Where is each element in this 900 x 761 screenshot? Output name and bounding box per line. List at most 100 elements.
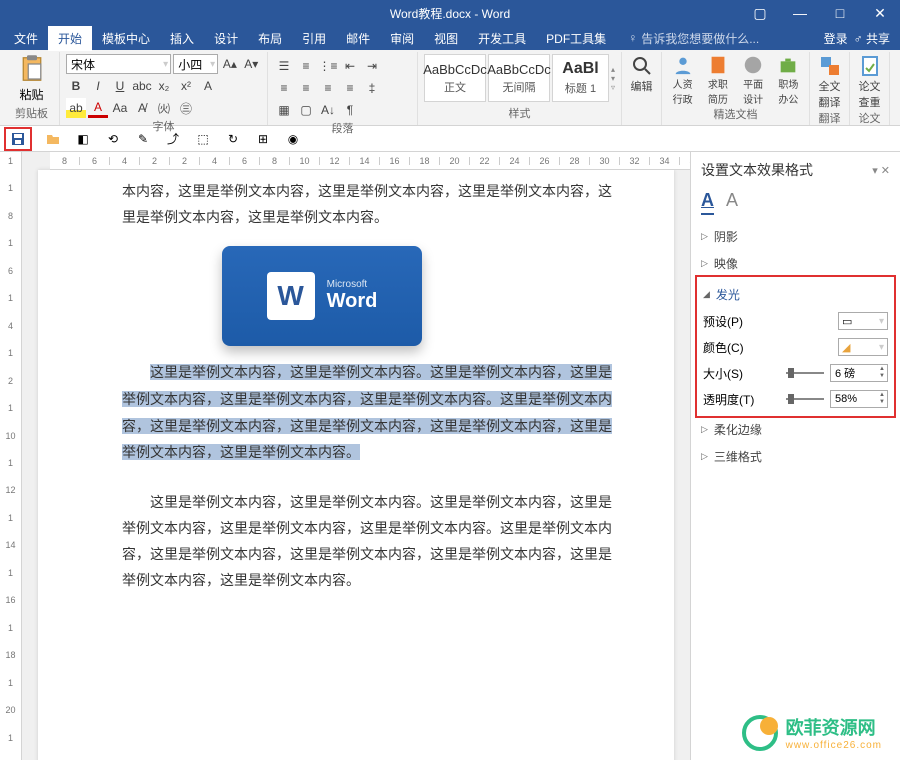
- word-logo-card[interactable]: W Microsoft Word: [222, 246, 422, 346]
- styles-more[interactable]: ▴▾▿: [611, 54, 615, 102]
- login-button[interactable]: 登录: [824, 30, 848, 47]
- open-icon[interactable]: [44, 130, 62, 148]
- section-shadow[interactable]: ▷阴影: [701, 223, 890, 250]
- card-name: Word: [327, 290, 378, 313]
- minimize-icon[interactable]: —: [780, 0, 820, 26]
- watermark-icon: [742, 715, 778, 751]
- paste-button[interactable]: 粘贴: [10, 54, 53, 103]
- tab-home[interactable]: 开始: [48, 26, 92, 51]
- tell-me[interactable]: ♀告诉我您想要做什么...: [628, 30, 759, 47]
- glow-color-select[interactable]: ◢▾: [838, 338, 888, 356]
- change-case-button[interactable]: Aa: [110, 98, 130, 118]
- panel-close-icon[interactable]: ▾ ✕: [872, 164, 890, 177]
- style-nospacing[interactable]: AaBbCcDc无间隔: [488, 54, 550, 102]
- tab-review[interactable]: 审阅: [380, 26, 424, 51]
- phonetic-button[interactable]: ㈫: [154, 98, 174, 118]
- align-center-button[interactable]: ≡: [296, 78, 316, 98]
- section-3d[interactable]: ▷三维格式: [701, 443, 890, 470]
- glow-size-row: 大小(S) 6 磅▲▼: [703, 360, 888, 386]
- qat-icon-7[interactable]: ⊞: [254, 130, 272, 148]
- tab-mailings[interactable]: 邮件: [336, 26, 380, 51]
- highlight-button[interactable]: ab: [66, 98, 86, 118]
- card-brand: Microsoft: [327, 279, 378, 290]
- rec-design[interactable]: 平面 设计: [739, 54, 768, 106]
- glow-trans-label: 透明度(T): [703, 391, 754, 408]
- subscript-button[interactable]: x₂: [154, 76, 174, 96]
- bullets-button[interactable]: ☰: [274, 56, 294, 76]
- rec-resume[interactable]: 求职 简历: [703, 54, 732, 106]
- sort-button[interactable]: A↓: [318, 100, 338, 120]
- translate-button[interactable]: 全文 翻译: [816, 54, 843, 110]
- section-soft-edges[interactable]: ▷柔化边缘: [701, 416, 890, 443]
- text-outline-icon[interactable]: A: [726, 190, 738, 215]
- glow-trans-slider[interactable]: [786, 398, 824, 400]
- inc-indent-button[interactable]: ⇥: [362, 56, 382, 76]
- glow-size-input[interactable]: 6 磅▲▼: [830, 364, 888, 382]
- tab-view[interactable]: 视图: [424, 26, 468, 51]
- share-button[interactable]: ♂ 共享: [854, 30, 890, 47]
- justify-button[interactable]: ≡: [340, 78, 360, 98]
- font-name-select[interactable]: 宋体▾: [66, 54, 171, 74]
- borders-button[interactable]: ▢: [296, 100, 316, 120]
- document-page[interactable]: 本内容，这里是举例文本内容，这里是举例文本内容，这里是举例文本内容，这里是举例文…: [38, 170, 674, 760]
- document-area: 8642246810121416182022242628303234363840…: [22, 152, 690, 760]
- ruler-vertical[interactable]: 1181614121101121141161181201: [0, 152, 22, 760]
- text-fill-icon[interactable]: A: [701, 190, 714, 215]
- shrink-font-icon[interactable]: A▾: [242, 54, 261, 74]
- qat-icon-8[interactable]: ◉: [284, 130, 302, 148]
- qat-icon-5[interactable]: ⬚: [194, 130, 212, 148]
- tab-references[interactable]: 引用: [292, 26, 336, 51]
- dec-indent-button[interactable]: ⇤: [340, 56, 360, 76]
- superscript-button[interactable]: x²: [176, 76, 196, 96]
- watermark-name: 欧菲资源网: [786, 714, 882, 740]
- numbering-button[interactable]: ≡: [296, 56, 316, 76]
- qat-icon-3[interactable]: ✎: [134, 130, 152, 148]
- align-right-button[interactable]: ≡: [318, 78, 338, 98]
- ruler-horizontal[interactable]: 8642246810121416182022242628303234363840…: [50, 152, 690, 170]
- shading-button[interactable]: ▦: [274, 100, 294, 120]
- style-heading1[interactable]: AaBl标题 1: [552, 54, 609, 102]
- ribbon-options-icon[interactable]: ▢: [740, 0, 780, 26]
- section-reflect[interactable]: ▷映像: [701, 250, 890, 277]
- section-glow[interactable]: ◢发光: [703, 281, 888, 308]
- tab-file[interactable]: 文件: [4, 26, 48, 51]
- qat-icon-1[interactable]: ◧: [74, 130, 92, 148]
- glow-preset-select[interactable]: ▭▾: [838, 312, 888, 330]
- qat-icon-2[interactable]: ⟲: [104, 130, 122, 148]
- rec-office[interactable]: 职场 办公: [774, 54, 803, 106]
- grow-font-icon[interactable]: A▴: [220, 54, 239, 74]
- strike-button[interactable]: abc: [132, 76, 152, 96]
- qat-icon-6[interactable]: ↻: [224, 130, 242, 148]
- plagiarism-button[interactable]: 论文 查重: [856, 54, 883, 110]
- multilevel-button[interactable]: ⋮≡: [318, 56, 338, 76]
- style-normal[interactable]: AaBbCcDc正文: [424, 54, 486, 102]
- text-effect-button[interactable]: A: [198, 76, 218, 96]
- tab-pdf[interactable]: PDF工具集: [536, 26, 616, 51]
- align-left-button[interactable]: ≡: [274, 78, 294, 98]
- clear-format-button[interactable]: A̸: [132, 98, 152, 118]
- edit-button[interactable]: 编辑: [628, 54, 655, 94]
- rec-hr[interactable]: 人资 行政: [668, 54, 697, 106]
- font-size-select[interactable]: 小四▾: [173, 54, 218, 74]
- save-icon[interactable]: [9, 130, 27, 148]
- tab-developer[interactable]: 开发工具: [468, 26, 536, 51]
- tab-layout[interactable]: 布局: [248, 26, 292, 51]
- paragraph-2-selected[interactable]: 这里是举例文本内容，这里是举例文本内容。这里是举例文本内容，这里是举例文本内容，…: [122, 360, 624, 468]
- enclose-button[interactable]: ㊂: [176, 98, 196, 118]
- close-icon[interactable]: ✕: [860, 0, 900, 26]
- glow-trans-input[interactable]: 58%▲▼: [830, 390, 888, 408]
- underline-button[interactable]: U: [110, 76, 130, 96]
- tab-insert[interactable]: 插入: [160, 26, 204, 51]
- paragraph-1[interactable]: 本内容，这里是举例文本内容，这里是举例文本内容，这里是举例文本内容，这里是举例文…: [122, 180, 624, 232]
- paragraph-3[interactable]: 这里是举例文本内容，这里是举例文本内容。这里是举例文本内容，这里是举例文本内容，…: [122, 491, 624, 595]
- italic-button[interactable]: I: [88, 76, 108, 96]
- tab-design[interactable]: 设计: [204, 26, 248, 51]
- tab-templates[interactable]: 模板中心: [92, 26, 160, 51]
- glow-size-slider[interactable]: [786, 372, 824, 374]
- line-spacing-button[interactable]: ‡: [362, 78, 382, 98]
- font-color-button[interactable]: A: [88, 98, 108, 118]
- maximize-icon[interactable]: □: [820, 0, 860, 26]
- bold-button[interactable]: B: [66, 76, 86, 96]
- show-marks-button[interactable]: ¶: [340, 100, 360, 120]
- qat-icon-4[interactable]: ⤴: [164, 130, 182, 148]
